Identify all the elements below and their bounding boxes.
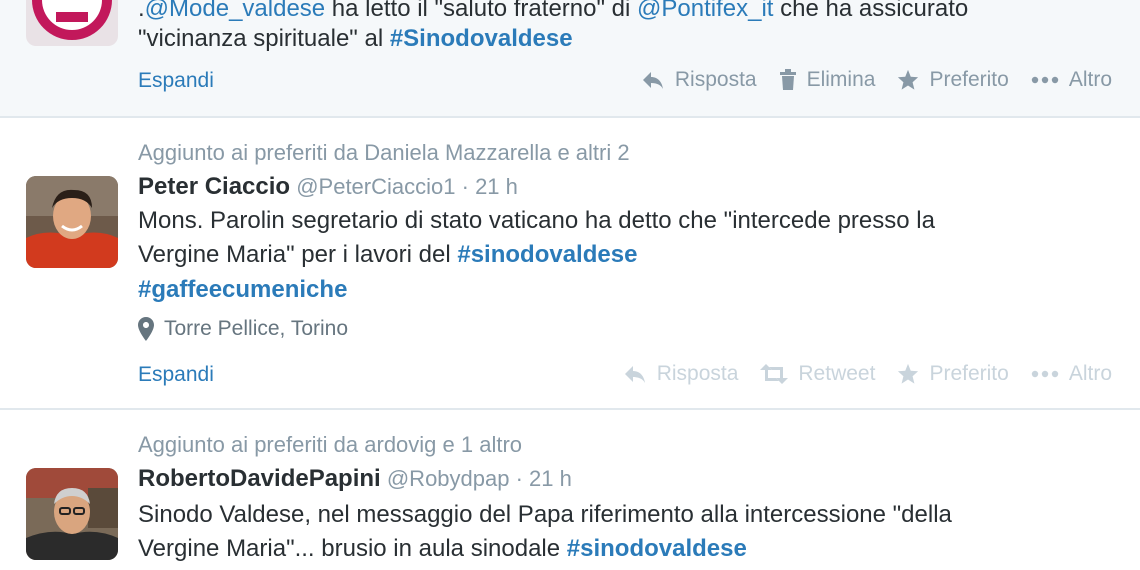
mention-link[interactable]: @Pontifex_it xyxy=(637,0,773,22)
more-dots-icon xyxy=(1031,370,1059,378)
reply-icon xyxy=(624,366,645,383)
text-fragment: . xyxy=(138,0,145,22)
avatar[interactable] xyxy=(26,0,118,46)
tweet-text: Sinodo Valdese, nel messaggio del Papa r… xyxy=(138,501,952,528)
text-fragment: Vergine Maria"... brusio in aula sinodal… xyxy=(138,535,567,562)
tweet-text: Mons. Parolin segretario di stato vatica… xyxy=(138,207,935,234)
expand-link[interactable]: Espandi xyxy=(138,69,214,93)
hashtag-link[interactable]: #sinodovaldese xyxy=(567,535,747,562)
reply-button[interactable]: Risposta xyxy=(641,68,757,92)
trash-icon xyxy=(779,69,796,90)
more-label: Altro xyxy=(1068,68,1112,91)
author-username[interactable]: @Robydpap xyxy=(387,466,510,491)
avatar-image xyxy=(26,468,118,560)
star-icon xyxy=(898,363,919,384)
text-fragment: ha letto il "saluto fraterno" di xyxy=(325,0,638,22)
expand-link[interactable]: Espandi xyxy=(138,363,214,387)
tweet-text-line2: Vergine Maria"... brusio in aula sinodal… xyxy=(138,532,747,566)
hashtag-link[interactable]: #Sinodovaldese xyxy=(390,25,573,52)
reply-label: Risposta xyxy=(656,362,739,385)
avatar[interactable] xyxy=(26,176,118,268)
reply-button[interactable]: Risposta xyxy=(623,362,739,386)
more-button[interactable]: Altro xyxy=(1031,362,1112,386)
more-dots-icon xyxy=(1031,76,1059,84)
tweet-timestamp[interactable]: · 21 h xyxy=(516,466,572,491)
avatar-image xyxy=(26,176,118,268)
star-icon xyxy=(898,69,919,90)
tweet-actions: Risposta Retweet Preferito Altro xyxy=(623,362,1112,386)
tweet-header: RobertoDavidePapini @Robydpap · 21 h xyxy=(138,465,572,493)
avatar[interactable] xyxy=(26,468,118,560)
reply-label: Risposta xyxy=(674,68,757,91)
tweet-timestamp[interactable]: · 21 h xyxy=(462,174,518,199)
location-pin-icon xyxy=(138,317,154,341)
favorite-label: Preferito xyxy=(929,362,1009,385)
tweet-location[interactable]: Torre Pellice, Torino xyxy=(138,317,348,341)
favorited-context: Aggiunto ai preferiti da Daniela Mazzare… xyxy=(138,140,630,165)
text-fragment: "vicinanza spirituale" al xyxy=(138,25,390,52)
more-button[interactable]: Altro xyxy=(1031,68,1112,92)
delete-button[interactable]: Elimina xyxy=(779,68,876,92)
more-label: Altro xyxy=(1068,362,1112,385)
retweet-label: Retweet xyxy=(798,362,876,385)
retweet-button[interactable]: Retweet xyxy=(760,362,875,386)
tweet-text-line3: #gaffeecumeniche xyxy=(138,273,347,307)
hashtag-link[interactable]: #gaffeecumeniche xyxy=(138,276,347,303)
avatar-image xyxy=(26,0,118,46)
tweet-actions: Risposta Elimina Preferito Altro xyxy=(641,68,1112,92)
retweet-icon xyxy=(760,364,789,384)
delete-label: Elimina xyxy=(806,68,876,91)
tweet-header: Peter Ciaccio @PeterCiaccio1 · 21 h xyxy=(138,173,518,201)
tweet-item[interactable]: Aggiunto ai preferiti da Daniela Mazzare… xyxy=(0,118,1140,410)
text-fragment: che ha assicurato xyxy=(773,0,969,22)
text-fragment: Vergine Maria" per i lavori del xyxy=(138,241,458,268)
location-label: Torre Pellice, Torino xyxy=(164,317,349,340)
tweet-text-line2: Vergine Maria" per i lavori del #sinodov… xyxy=(138,238,637,272)
favorite-button[interactable]: Preferito xyxy=(897,68,1009,92)
tweet-text-line2: "vicinanza spirituale" al #Sinodovaldese xyxy=(138,22,573,56)
favorite-button[interactable]: Preferito xyxy=(897,362,1009,386)
tweet-item[interactable]: Aggiunto ai preferiti da ardovig e 1 alt… xyxy=(0,410,1140,570)
reply-icon xyxy=(642,72,663,89)
author-fullname[interactable]: RobertoDavidePapini xyxy=(138,465,381,492)
author-username[interactable]: @PeterCiaccio1 xyxy=(296,174,455,199)
mention-link[interactable]: @Mode_valdese xyxy=(145,0,325,22)
favorited-context: Aggiunto ai preferiti da ardovig e 1 alt… xyxy=(138,432,523,457)
author-fullname[interactable]: Peter Ciaccio xyxy=(138,173,290,200)
hashtag-link[interactable]: #sinodovaldese xyxy=(457,241,637,268)
favorite-label: Preferito xyxy=(929,68,1009,91)
tweet-item[interactable]: .@Mode_valdese ha letto il "saluto frate… xyxy=(0,0,1140,118)
